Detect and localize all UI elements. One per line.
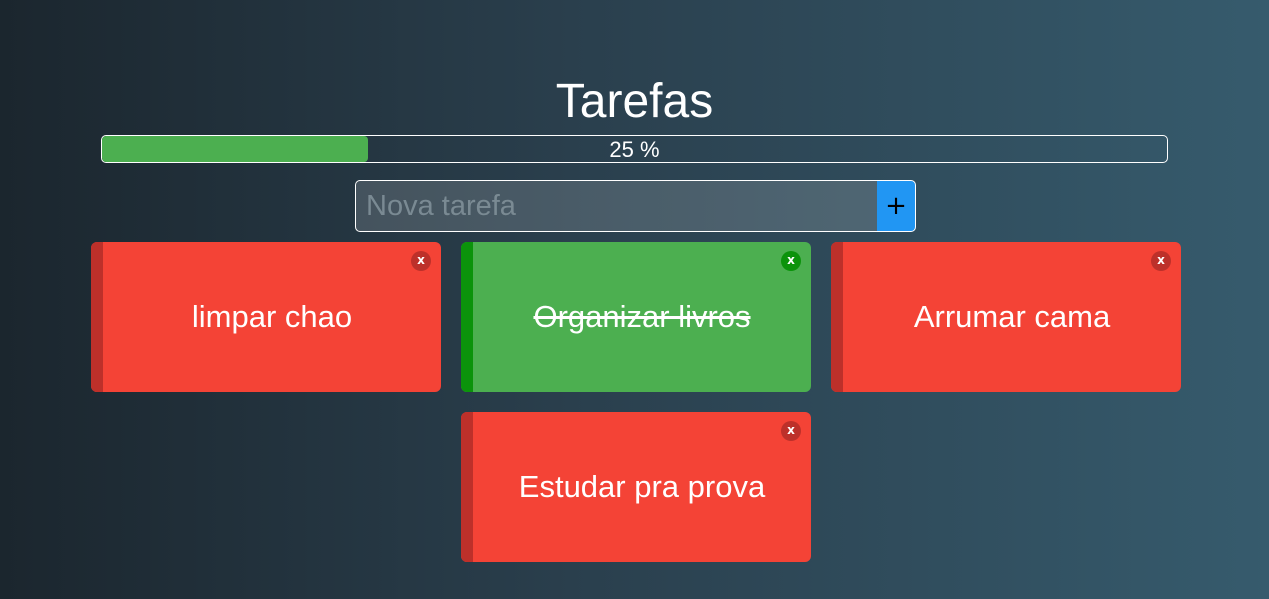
delete-task-button[interactable]: x [781, 251, 801, 271]
task-status-stripe [461, 242, 473, 392]
task-card[interactable]: Organizar livros x [461, 242, 811, 392]
new-task-form: + [355, 180, 916, 232]
task-status-stripe [831, 242, 843, 392]
page-title: Tarefas [555, 75, 714, 128]
task-card[interactable]: Arrumar cama x [831, 242, 1181, 392]
progress-bar: 25 % [101, 135, 1168, 163]
task-label: Organizar livros [533, 299, 751, 334]
task-label: limpar chao [191, 299, 353, 334]
add-task-button[interactable]: + [877, 180, 916, 232]
task-label: Estudar pra prova [518, 469, 766, 504]
task-status-stripe [461, 412, 473, 562]
delete-task-button[interactable]: x [1151, 251, 1171, 271]
task-card[interactable]: Estudar pra prova x [461, 412, 811, 562]
task-label: Arrumar cama [913, 299, 1111, 334]
task-card[interactable]: limpar chao x [91, 242, 441, 392]
task-status-stripe [91, 242, 103, 392]
delete-task-button[interactable]: x [781, 421, 801, 441]
progress-label: 25 % [609, 137, 660, 162]
new-task-input[interactable] [355, 180, 877, 232]
delete-task-button[interactable]: x [411, 251, 431, 271]
